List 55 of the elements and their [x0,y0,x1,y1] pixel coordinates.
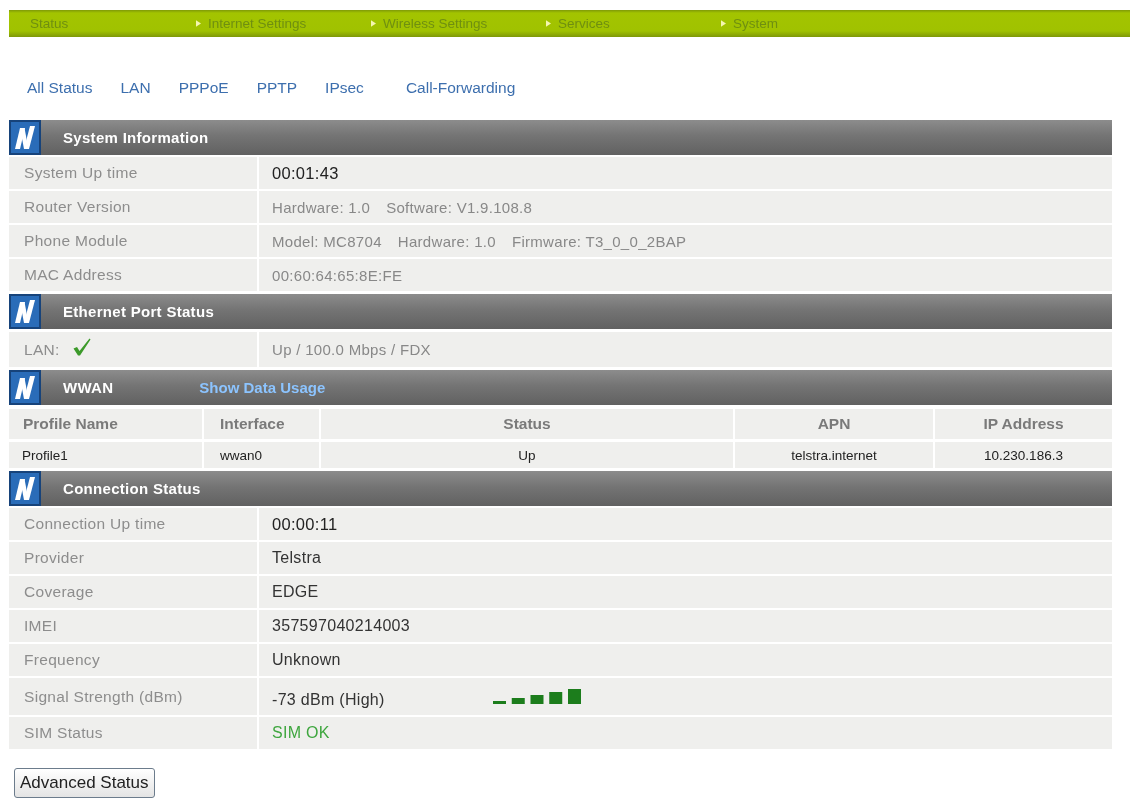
signal-bars-icon [493,689,581,704]
label-cell: Phone Module [9,225,257,257]
value-cell: 357597040214003 [259,610,1112,642]
value-text: Hardware: 1.0 [397,232,496,250]
advanced-status-button[interactable]: Advanced Status [14,768,155,798]
label-cell: Coverage [9,576,257,608]
column-header: Profile Name [9,409,202,439]
value-cell: EDGE [259,576,1112,608]
sub-nav-link[interactable]: All Status [27,79,93,97]
section-logo-icon [9,370,41,405]
value-cell: Unknown [259,644,1112,676]
value-text: Model: MC8704 [272,232,382,250]
table-cell: Profile1 [9,442,202,468]
section-logo-icon [9,120,41,155]
sub-nav-link[interactable]: PPTP [256,79,298,97]
field-label: LAN: [24,340,60,359]
value-cell: SIM OK [259,717,1112,749]
column-header: APN [735,409,933,439]
sub-nav-link[interactable]: IPsec [325,79,364,97]
value-text: Firmware: T3_0_0_2BAP [511,232,687,250]
sub-nav-link[interactable]: Call-Forwarding [405,79,516,97]
section-title: WWAN [63,379,114,396]
value-cell: Telstra [259,542,1112,574]
label-cell: Signal Strength (dBm) [9,678,257,715]
value-cell: Up / 100.0 Mbps / FDX [259,332,1112,367]
column-header: IP Address [935,409,1112,439]
section-title: Ethernet Port Status [63,303,215,320]
value-cell: 00:00:11 [259,508,1112,540]
value-cell: 00:60:64:65:8E:FE [259,259,1112,291]
table-cell: telstra.internet [735,442,933,468]
table-cell: Up [321,442,733,468]
label-cell: System Up time [9,157,257,189]
label-cell: MAC Address [9,259,257,291]
table-cell: 10.230.186.3 [935,442,1112,468]
label-cell: IMEI [9,610,257,642]
label-cell: Provider [9,542,257,574]
value-cell: 00:01:43 [259,157,1112,189]
label-cell: Frequency [9,644,257,676]
section-title: Connection Status [63,480,201,497]
column-header: Interface [204,409,319,439]
column-header: Status [321,409,733,439]
value-text: Hardware: 1.0 [272,198,371,216]
section-logo-icon [9,294,41,329]
section-logo-icon [9,471,41,506]
label-cell: Connection Up time [9,508,257,540]
show-data-usage-link[interactable]: Show Data Usage [199,379,326,396]
value-text: Software: V1.9.108.8 [386,198,533,216]
sub-nav-link[interactable]: PPPoE [178,79,229,97]
label-cell: SIM Status [9,717,257,749]
checkmark-icon [72,337,91,356]
section-title: System Information [63,129,209,146]
sub-nav-link[interactable]: LAN [120,79,151,97]
label-cell: Router Version [9,191,257,223]
value-text: -73 dBm (High) [272,690,385,709]
table-cell: wwan0 [204,442,319,468]
